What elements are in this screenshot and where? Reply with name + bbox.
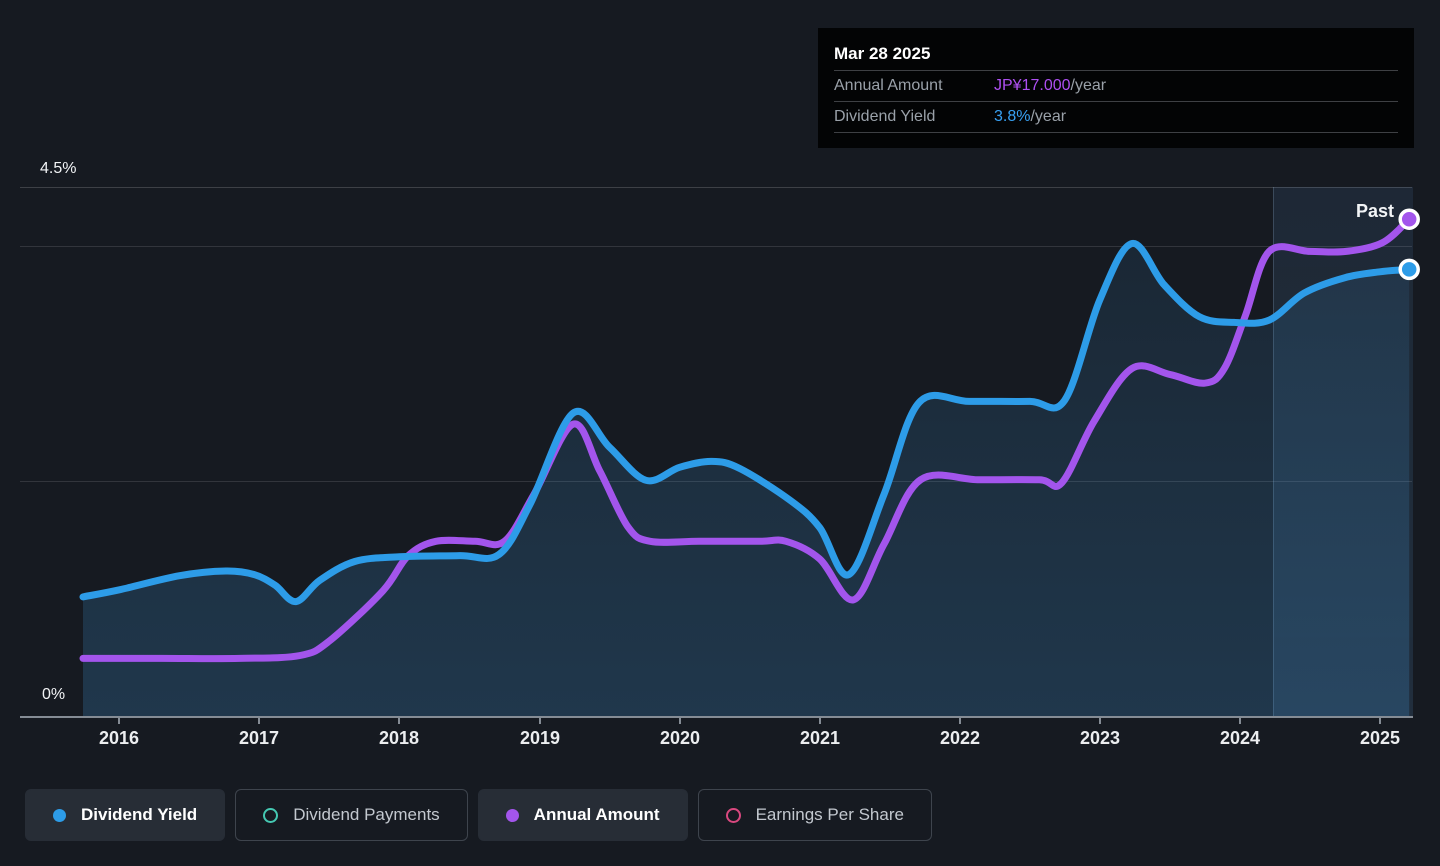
tooltip-suffix: /year xyxy=(1030,108,1067,125)
x-tick-label-2018: 2018 xyxy=(378,728,420,748)
x-tick-label-2016: 2016 xyxy=(98,728,140,748)
chart-tooltip: Mar 28 2025 Annual Amount JP¥17.000/year… xyxy=(818,28,1414,148)
x-tick-label-2022: 2022 xyxy=(939,728,981,748)
x-tick-label-2023: 2023 xyxy=(1079,728,1121,748)
legend-label: Dividend Payments xyxy=(293,805,440,824)
annual-amount-end-marker[interactable] xyxy=(1398,208,1420,230)
tooltip-label: Dividend Yield xyxy=(834,108,936,125)
tooltip-date: Mar 28 2025 xyxy=(834,44,931,63)
tooltip-row-dividend-yield: Dividend Yield 3.8%/year xyxy=(834,101,1398,133)
legend-toggle-earnings-per-share[interactable]: Earnings Per Share xyxy=(697,789,932,841)
x-tick-label-2021: 2021 xyxy=(799,728,841,748)
legend-label: Annual Amount xyxy=(533,805,660,824)
past-period-label: Past xyxy=(1355,201,1394,221)
tooltip-label: Annual Amount xyxy=(834,77,943,94)
tooltip-value-dividend-yield: 3.8% xyxy=(994,108,1031,125)
annual-amount-dot-icon xyxy=(505,808,519,822)
x-tick-label-2020: 2020 xyxy=(659,728,701,748)
dividend-yield-area-fill xyxy=(83,243,1410,717)
legend-toggle-dividend-payments[interactable]: Dividend Payments xyxy=(235,789,468,841)
x-axis-tick xyxy=(539,718,541,724)
chart-legend: Dividend Yield Dividend Payments Annual … xyxy=(25,789,932,841)
x-tick-label-2025: 2025 xyxy=(1359,728,1401,748)
tooltip-suffix: /year xyxy=(1070,77,1107,94)
legend-toggle-annual-amount[interactable]: Annual Amount xyxy=(477,789,688,841)
x-tick-label-2024: 2024 xyxy=(1219,728,1261,748)
x-axis-tick xyxy=(819,718,821,724)
legend-label: Dividend Yield xyxy=(81,805,198,824)
y-axis-max-label: 4.5% xyxy=(40,160,77,177)
tooltip-row-annual-amount: Annual Amount JP¥17.000/year xyxy=(834,70,1398,101)
tooltip-value-annual-amount: JP¥17.000 xyxy=(994,77,1071,94)
y-axis-min-label: 0% xyxy=(42,686,66,703)
x-tick-label-2019: 2019 xyxy=(519,728,561,748)
x-axis-tick xyxy=(1099,718,1101,724)
dividend-history-chart-page: 2016 2017 2018 2019 2020 2021 2022 2023 2024 2025… xyxy=(0,0,1440,866)
x-axis-tick xyxy=(118,718,120,724)
x-axis-tick xyxy=(959,718,961,724)
dividend-payments-ring-icon xyxy=(263,807,279,823)
dividend-yield-dot-icon xyxy=(53,808,66,822)
dividend-yield-end-marker[interactable] xyxy=(1398,258,1420,281)
x-tick-label-2017: 2017 xyxy=(238,728,280,748)
legend-label: Earnings Per Share xyxy=(755,805,904,824)
x-axis-tick xyxy=(1379,718,1381,724)
x-axis-tick xyxy=(398,718,400,724)
x-axis-tick xyxy=(679,718,681,724)
x-axis-tick xyxy=(1239,718,1241,724)
x-axis-line xyxy=(20,716,1413,718)
x-axis-tick xyxy=(258,718,260,724)
legend-toggle-dividend-yield[interactable]: Dividend Yield xyxy=(25,789,226,841)
earnings-per-share-ring-icon xyxy=(725,807,741,823)
